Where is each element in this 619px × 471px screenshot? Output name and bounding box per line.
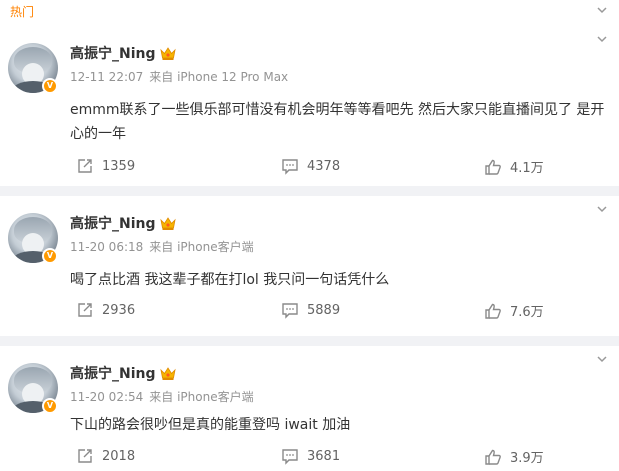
post-card: V 高振宁_Ning 11-20 02:54 来自 iPhone客户端 下山的路会… bbox=[0, 346, 619, 471]
repost-button[interactable]: 2936 bbox=[76, 301, 135, 319]
post-source: 来自 iPhone客户端 bbox=[149, 390, 254, 404]
comment-icon bbox=[282, 159, 298, 175]
chevron-down-icon[interactable] bbox=[595, 32, 609, 46]
repost-count: 1359 bbox=[102, 158, 136, 174]
repost-button[interactable]: 1359 bbox=[76, 157, 135, 175]
author-row: 高振宁_Ning bbox=[70, 363, 176, 383]
post-content: 喝了点比酒 我这辈子都在打lol 我只问一句话凭什么 bbox=[70, 272, 390, 288]
username[interactable]: 高振宁_Ning bbox=[70, 363, 156, 383]
post-card: V 高振宁_Ning 12-11 22:07 来自 iPhone 12 Pro M… bbox=[0, 26, 619, 186]
post-meta: 11-20 06:18 来自 iPhone客户端 bbox=[70, 238, 254, 255]
post-content: 下山的路会很吵但是真的能重登吗 iwait 加油 bbox=[70, 417, 351, 433]
repost-icon bbox=[78, 159, 92, 173]
post-meta: 11-20 02:54 来自 iPhone客户端 bbox=[70, 388, 254, 405]
comment-count: 4378 bbox=[307, 158, 341, 174]
comment-count: 3681 bbox=[307, 448, 341, 464]
post-divider bbox=[0, 186, 619, 196]
username[interactable]: 高振宁_Ning bbox=[70, 43, 156, 63]
verified-badge-icon: V bbox=[42, 78, 58, 94]
section-header: 热门 bbox=[0, 0, 619, 26]
comment-icon bbox=[282, 303, 298, 319]
post-source: 来自 iPhone 12 Pro Max bbox=[149, 70, 289, 84]
like-count: 4.1万 bbox=[510, 161, 544, 176]
post-source: 来自 iPhone客户端 bbox=[149, 240, 254, 254]
like-count: 3.9万 bbox=[510, 451, 544, 466]
crown-icon bbox=[159, 216, 176, 230]
like-icon bbox=[485, 159, 501, 175]
comment-button[interactable]: 4378 bbox=[281, 157, 340, 175]
post-time[interactable]: 12-11 22:07 bbox=[70, 70, 143, 84]
author-row: 高振宁_Ning bbox=[70, 213, 176, 233]
like-icon bbox=[485, 449, 501, 465]
repost-icon bbox=[78, 303, 92, 317]
repost-button[interactable]: 2018 bbox=[76, 447, 135, 465]
crown-icon bbox=[159, 366, 176, 380]
like-count: 7.6万 bbox=[510, 305, 544, 320]
comment-icon bbox=[282, 449, 298, 465]
chevron-down-icon[interactable] bbox=[595, 202, 609, 216]
repost-icon bbox=[78, 449, 92, 463]
like-button[interactable]: 7.6万 bbox=[484, 301, 544, 320]
section-title: 热门 bbox=[10, 5, 35, 19]
chevron-down-icon[interactable] bbox=[595, 352, 609, 366]
verified-badge-icon: V bbox=[42, 248, 58, 264]
post-divider bbox=[0, 336, 619, 346]
crown-icon bbox=[159, 46, 176, 60]
username[interactable]: 高振宁_Ning bbox=[70, 213, 156, 233]
comment-button[interactable]: 5889 bbox=[281, 301, 340, 319]
comment-button[interactable]: 3681 bbox=[281, 447, 340, 465]
action-bar: 1359 4378 4.1万 bbox=[0, 157, 619, 179]
comment-count: 5889 bbox=[307, 302, 341, 318]
author-row: 高振宁_Ning bbox=[70, 43, 176, 63]
like-button[interactable]: 4.1万 bbox=[484, 157, 544, 176]
post-time[interactable]: 11-20 02:54 bbox=[70, 390, 143, 404]
verified-badge-icon: V bbox=[42, 398, 58, 414]
action-bar: 2018 3681 3.9万 bbox=[0, 447, 619, 469]
like-button[interactable]: 3.9万 bbox=[484, 447, 544, 466]
like-icon bbox=[485, 303, 501, 319]
repost-count: 2936 bbox=[102, 302, 136, 318]
action-bar: 2936 5889 7.6万 bbox=[0, 301, 619, 323]
post-time[interactable]: 11-20 06:18 bbox=[70, 240, 143, 254]
post-meta: 12-11 22:07 来自 iPhone 12 Pro Max bbox=[70, 68, 288, 85]
post-card: V 高振宁_Ning 11-20 06:18 来自 iPhone客户端 喝了点比酒… bbox=[0, 196, 619, 356]
repost-count: 2018 bbox=[102, 448, 136, 464]
chevron-down-icon[interactable] bbox=[595, 3, 609, 17]
post-content: emmm联系了一些俱乐部可惜没有机会明年等等看吧先 然后大家只能直播间见了 是开… bbox=[70, 102, 605, 142]
